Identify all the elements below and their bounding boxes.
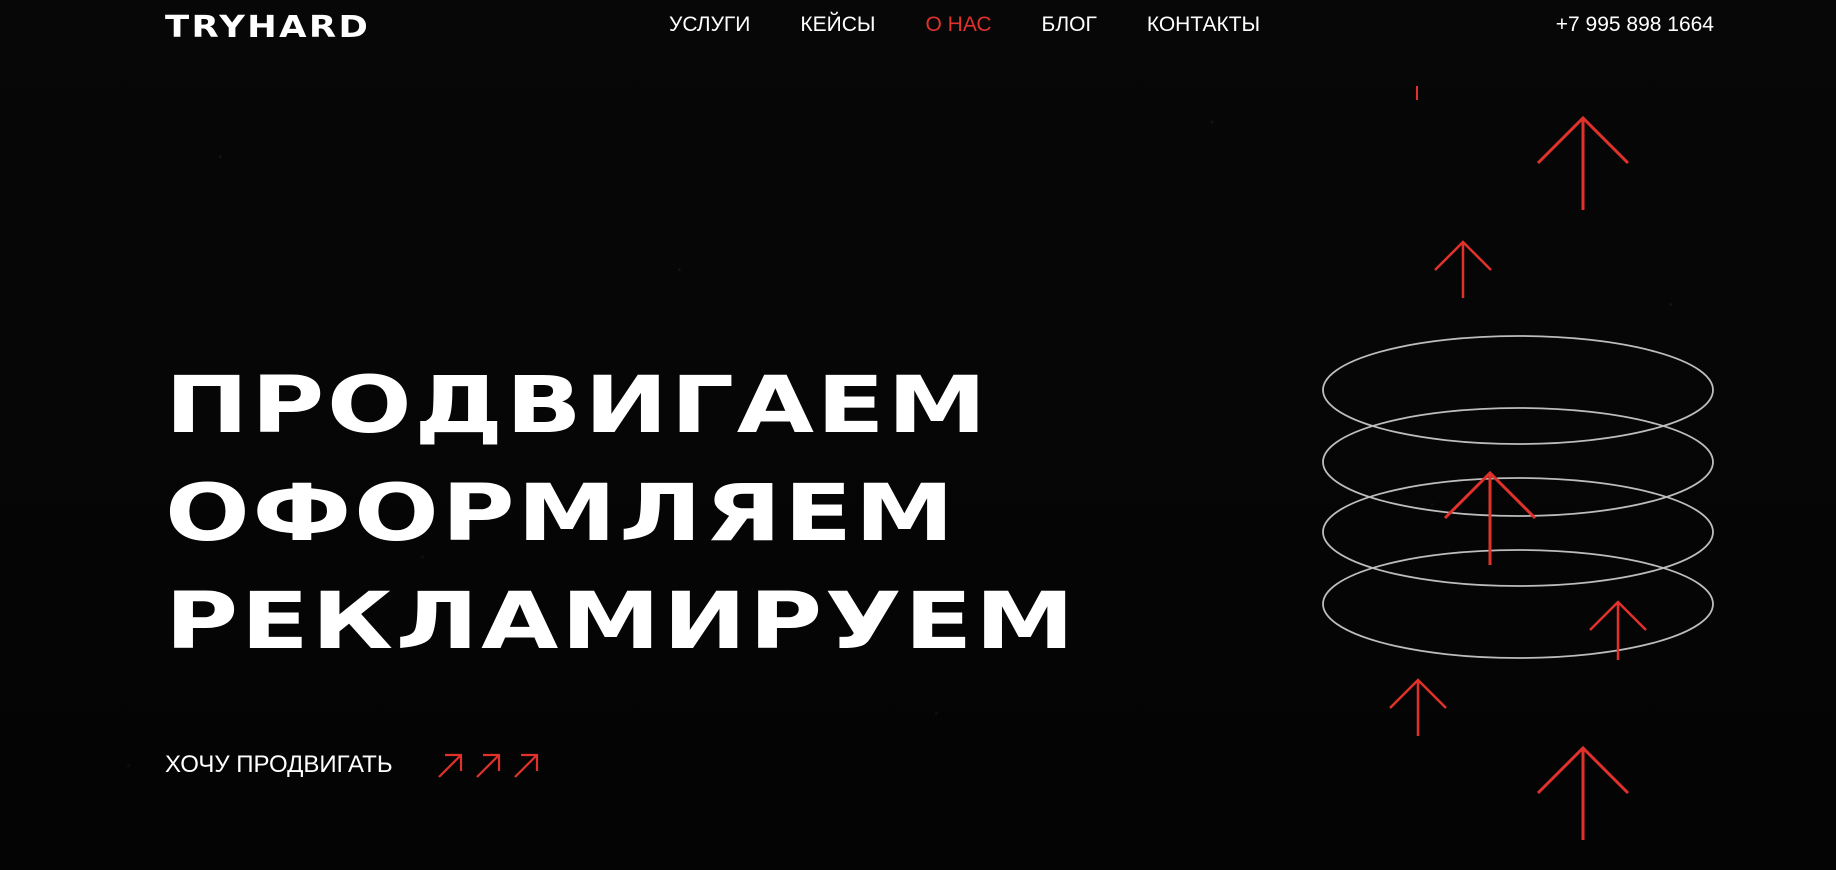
phone-link[interactable]: +7 995 898 1664 xyxy=(1556,12,1714,38)
nav-item-contacts[interactable]: КОНТАКТЫ xyxy=(1147,12,1260,38)
arrow-up-icon xyxy=(1443,470,1537,565)
headline-line-promote: ПРОДВИГАЕМ xyxy=(165,361,990,451)
ellipse-ring xyxy=(1322,477,1714,587)
arrow-up-icon xyxy=(1536,115,1630,210)
hero-headline: ПРОДВИГАЕМ ОФОРМЛЯЕМ РЕКЛАМИРУЕМ xyxy=(165,352,1074,676)
cta-arrows xyxy=(435,750,541,780)
arrow-up-icon xyxy=(1536,745,1630,840)
headline-line-advertise: РЕКЛАМИРУЕМ xyxy=(165,577,1077,667)
rings-visual xyxy=(1322,86,1714,840)
arrow-up-right-icon xyxy=(475,753,500,778)
arrow-up-icon xyxy=(1389,678,1447,736)
ellipse-ring xyxy=(1322,335,1714,445)
nav-item-about[interactable]: О НАС xyxy=(926,12,992,38)
cta-label: ХОЧУ ПРОДВИГАТЬ xyxy=(165,751,393,778)
arrow-up-icon xyxy=(1589,600,1647,660)
logo[interactable]: TRYHARD xyxy=(165,10,370,45)
main-nav: УСЛУГИ КЕЙСЫ О НАС БЛОГ КОНТАКТЫ xyxy=(669,12,1310,38)
headline-line-design: ОФОРМЛЯЕМ xyxy=(165,469,957,559)
arrow-up-icon xyxy=(1434,240,1492,298)
nav-item-services[interactable]: УСЛУГИ xyxy=(669,12,750,38)
nav-item-cases[interactable]: КЕЙСЫ xyxy=(800,12,875,38)
arrow-up-right-icon xyxy=(513,753,538,778)
ellipse-ring xyxy=(1322,549,1714,659)
promote-cta-button[interactable]: ХОЧУ ПРОДВИГАТЬ xyxy=(165,750,541,780)
nav-item-blog[interactable]: БЛОГ xyxy=(1042,12,1097,38)
arrow-up-right-icon xyxy=(437,753,462,778)
